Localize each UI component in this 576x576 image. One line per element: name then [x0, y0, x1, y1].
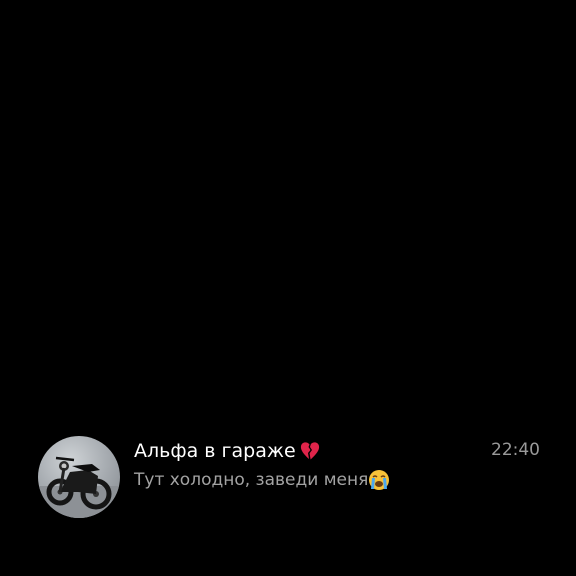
loudly-crying-face-icon: [368, 469, 390, 491]
chat-title-row: Альфа в гараже: [134, 438, 322, 464]
broken-heart-icon: [298, 439, 322, 463]
chat-list-item[interactable]: Альфа в гараже 22:40 Тут холодно, заведи…: [0, 428, 576, 524]
chat-title: Альфа в гараже: [134, 440, 296, 462]
motorcycle-icon: [38, 456, 120, 518]
chat-preview-row: Тут холодно, заведи меня: [134, 468, 390, 492]
chat-time: 22:40: [491, 440, 540, 460]
chat-preview: Тут холодно, заведи меня: [134, 470, 369, 490]
chat-list-screen: Альфа в гараже 22:40 Тут холодно, заведи…: [0, 0, 576, 576]
avatar[interactable]: [38, 436, 120, 518]
